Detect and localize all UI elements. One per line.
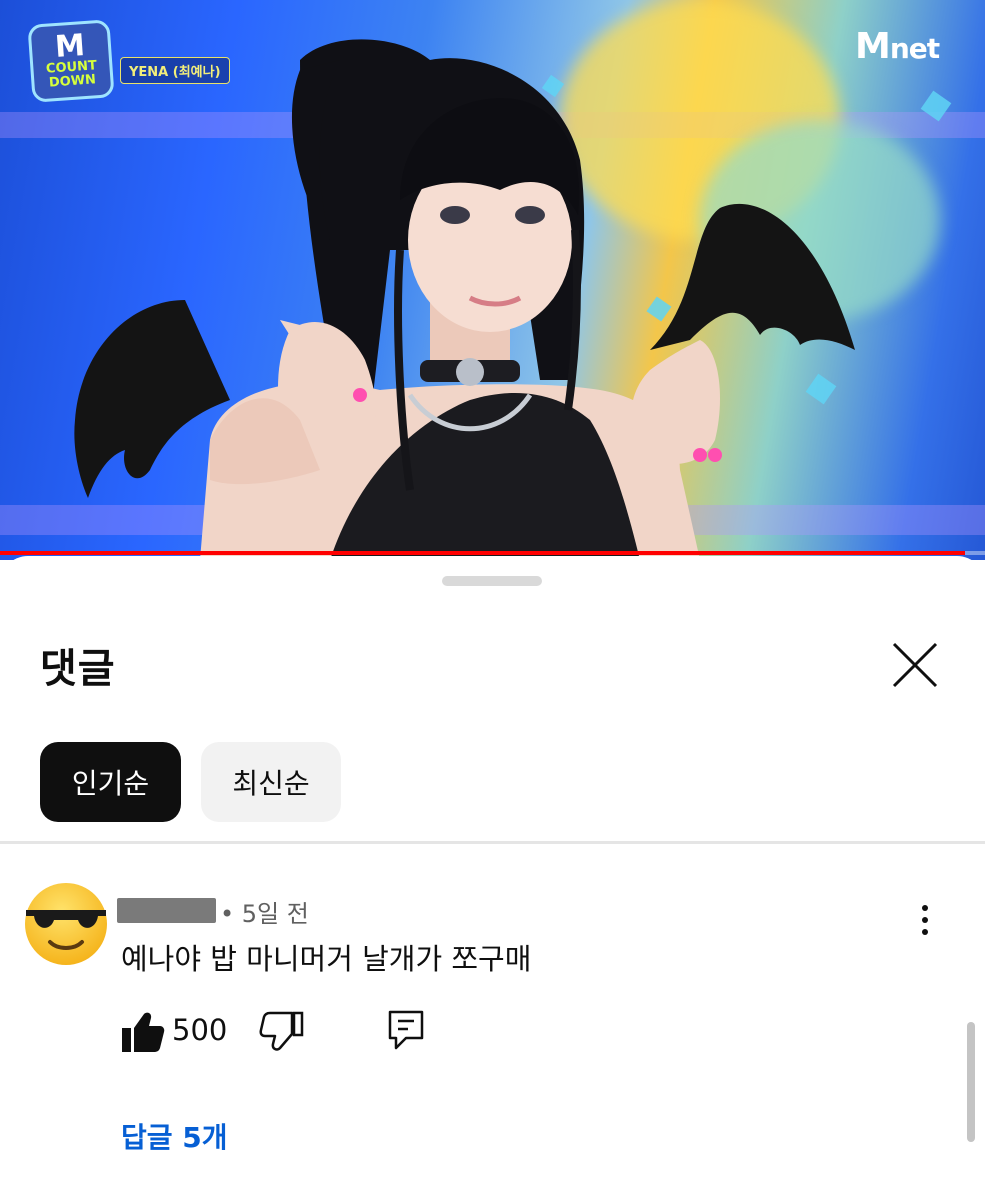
dislike-button[interactable] xyxy=(258,1010,306,1054)
show-logo-text: COUNT DOWN xyxy=(45,58,98,91)
video-progress-fill xyxy=(0,551,966,555)
scrollbar[interactable] xyxy=(967,1022,975,1142)
thumbs-up-filled-icon xyxy=(122,1012,165,1052)
channel-logo: Mnet xyxy=(855,26,940,67)
comment-text: 예나야 밥 마니머거 날개가 쪼구매 xyxy=(121,942,532,976)
comment-menu-button[interactable] xyxy=(908,900,942,940)
video-progress-bar[interactable] xyxy=(0,551,985,555)
more-vert-icon-dot xyxy=(922,929,928,935)
sort-chip-newest[interactable]: 최신순 xyxy=(201,742,341,822)
channel-logo-text: net xyxy=(889,32,940,65)
more-vert-icon-dot xyxy=(922,917,928,923)
comment-timestamp: • 5일 전 xyxy=(220,900,309,928)
divider xyxy=(0,841,985,844)
more-vert-icon-dot xyxy=(922,905,928,911)
artist-name-tag: YENA (최예나) xyxy=(120,57,230,84)
performer-illustration xyxy=(74,39,855,560)
drag-handle[interactable] xyxy=(442,576,542,586)
reply-button[interactable] xyxy=(384,1008,428,1052)
thumbs-down-icon xyxy=(259,1011,304,1051)
author-name-redacted[interactable] xyxy=(117,898,216,923)
like-button[interactable] xyxy=(118,1010,166,1054)
comments-title: 댓글 xyxy=(40,646,116,692)
video-player[interactable]: M COUNT DOWN YENA (최예나) Mnet xyxy=(0,0,985,560)
show-logo: M COUNT DOWN xyxy=(27,19,115,103)
like-count: 500 xyxy=(172,1013,228,1047)
comments-panel: 댓글 인기순 최신순 • 5일 전 예나야 밥 마니머거 날개가 쪼구매 500… xyxy=(0,556,985,1200)
sunglasses-emoji-icon[interactable] xyxy=(22,880,110,968)
close-button[interactable] xyxy=(886,636,944,694)
close-icon xyxy=(892,642,938,688)
reply-comment-icon xyxy=(388,1010,424,1050)
view-replies-link[interactable]: 답글 5개 xyxy=(121,1116,228,1156)
channel-logo-m: M xyxy=(855,26,891,67)
sort-chip-top[interactable]: 인기순 xyxy=(40,742,181,822)
show-logo-letter: M xyxy=(53,28,87,66)
